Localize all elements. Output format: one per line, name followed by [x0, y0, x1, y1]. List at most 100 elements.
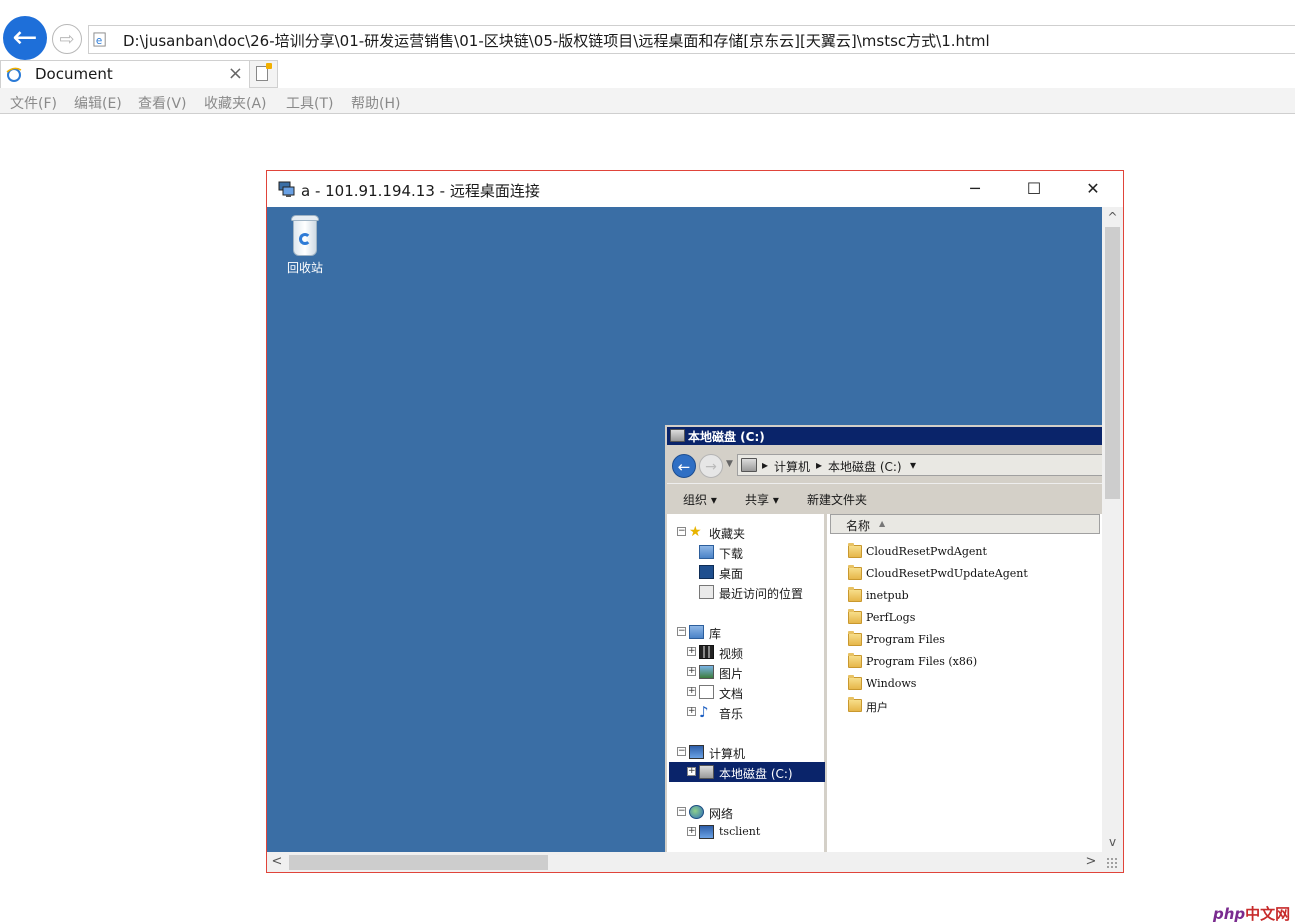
file-name: 用户 — [866, 701, 888, 714]
menu-bar: 文件(F) 编辑(E) 查看(V) 收藏夹(A) 工具(T) 帮助(H) — [0, 88, 1295, 114]
folder-icon — [848, 653, 862, 668]
remote-desktop-icon — [278, 181, 295, 197]
expand-toggle[interactable]: + — [687, 667, 696, 676]
recent-places-icon — [699, 585, 714, 599]
explorer-back-button[interactable]: ← — [672, 454, 696, 478]
expand-toggle[interactable]: + — [687, 647, 696, 656]
tree-label: tsclient — [719, 825, 761, 838]
back-arrow-icon: ← — [12, 20, 38, 55]
menu-help[interactable]: 帮助(H) — [351, 93, 400, 113]
new-tab-button[interactable] — [250, 60, 278, 88]
tree-favorites[interactable]: − ★ 收藏夹 — [669, 522, 825, 542]
tree-desktop[interactable]: 桌面 — [669, 562, 825, 582]
tree-network[interactable]: − 网络 — [669, 802, 825, 822]
share-button[interactable]: 共享 ▾ — [745, 491, 779, 508]
address-text[interactable]: D:\jusanban\doc\26-培训分享\01-研发运营销售\01-区块链… — [123, 30, 990, 51]
expand-toggle[interactable]: + — [687, 827, 696, 836]
tree-pictures[interactable]: + 图片 — [669, 662, 825, 682]
collapse-toggle[interactable]: − — [677, 527, 686, 536]
breadcrumb-separator[interactable]: ▸ — [816, 458, 822, 472]
menu-file[interactable]: 文件(F) — [10, 93, 57, 113]
file-row[interactable]: CloudResetPwdAgent — [830, 542, 1102, 562]
close-icon[interactable]: × — [228, 63, 243, 84]
tree-label: 网络 — [709, 807, 734, 821]
collapse-toggle[interactable]: − — [677, 747, 686, 756]
menu-favorites[interactable]: 收藏夹(A) — [204, 93, 267, 113]
tree-documents[interactable]: + 文档 — [669, 682, 825, 702]
scroll-down-icon[interactable]: v — [1102, 832, 1123, 852]
forward-button[interactable]: ⇨ — [52, 24, 82, 54]
scroll-right-icon[interactable]: > — [1081, 852, 1101, 872]
folder-icon — [848, 565, 862, 580]
drive-icon — [699, 765, 714, 779]
vertical-scrollbar[interactable]: ^ v — [1102, 207, 1123, 852]
tree-videos[interactable]: + 视频 — [669, 642, 825, 662]
file-name: PerfLogs — [866, 611, 916, 624]
watermark-text: 中文网 — [1245, 905, 1291, 923]
rdp-titlebar[interactable]: a - 101.91.194.13 - 远程桌面连接 ─ ☐ ✕ — [267, 171, 1123, 207]
tree-label: 下载 — [719, 547, 744, 561]
document-icon — [699, 685, 714, 699]
menu-tools[interactable]: 工具(T) — [286, 93, 333, 113]
breadcrumb-drive[interactable]: 本地磁盘 (C:) — [828, 458, 902, 475]
file-row[interactable]: Program Files — [830, 630, 1102, 650]
column-header-name[interactable]: 名称 ▲ — [830, 514, 1100, 534]
file-row[interactable]: inetpub — [830, 586, 1102, 606]
file-row[interactable]: CloudResetPwdUpdateAgent — [830, 564, 1102, 584]
back-button[interactable]: ← — [3, 16, 47, 60]
expand-toggle[interactable]: + — [687, 687, 696, 696]
collapse-toggle[interactable]: − — [677, 627, 686, 636]
ie-page-icon: e — [93, 32, 106, 47]
scroll-up-icon[interactable]: ^ — [1102, 207, 1123, 227]
horizontal-scrollbar[interactable]: < > — [267, 852, 1123, 872]
file-row[interactable]: Program Files (x86) — [830, 652, 1102, 672]
explorer-toolbar: 组织 ▾ 共享 ▾ 新建文件夹 — [667, 483, 1102, 514]
recycle-bin-label: 回收站 — [286, 261, 323, 275]
tree-local-disk-c[interactable]: + 本地磁盘 (C:) — [669, 762, 825, 782]
tree-music[interactable]: + ♪ 音乐 — [669, 702, 825, 722]
tree-label: 视频 — [719, 647, 744, 661]
file-name: Program Files (x86) — [866, 655, 978, 668]
collapse-toggle[interactable]: − — [677, 807, 686, 816]
recycle-bin[interactable]: 回收站 — [281, 215, 329, 276]
maximize-button[interactable]: ☐ — [1005, 171, 1063, 207]
folder-icon — [848, 543, 862, 558]
explorer-titlebar[interactable]: 本地磁盘 (C:) — [667, 427, 1102, 445]
address-field[interactable]: e D:\jusanban\doc\26-培训分享\01-研发运营销售\01-区… — [88, 25, 1295, 54]
minimize-button[interactable]: ─ — [946, 171, 1004, 207]
tree-downloads[interactable]: 下载 — [669, 542, 825, 562]
file-row[interactable]: Windows — [830, 674, 1102, 694]
tree-computer[interactable]: − 计算机 — [669, 742, 825, 762]
menu-view[interactable]: 查看(V) — [138, 93, 187, 113]
file-row[interactable]: PerfLogs — [830, 608, 1102, 628]
close-button[interactable]: ✕ — [1064, 171, 1122, 207]
vertical-scroll-thumb[interactable] — [1105, 227, 1120, 499]
remote-desktop[interactable]: 回收站 本地磁盘 (C:) ← → ▼ ▸ 计算机 ▸ 本地磁盘 (C:) ▾ — [267, 207, 1102, 852]
file-name: CloudResetPwdUpdateAgent — [866, 567, 1028, 580]
file-row[interactable]: 用户 — [830, 696, 1102, 716]
breadcrumb-dropdown[interactable]: ▾ — [910, 458, 916, 472]
new-folder-button[interactable]: 新建文件夹 — [807, 491, 867, 508]
desktop-icon — [699, 565, 714, 579]
history-dropdown-icon[interactable]: ▼ — [726, 459, 733, 469]
watermark-brand: php — [1213, 905, 1246, 923]
computer-icon — [741, 458, 757, 472]
explorer-address-bar[interactable]: ▸ 计算机 ▸ 本地磁盘 (C:) ▾ — [737, 454, 1102, 476]
horizontal-scroll-thumb[interactable] — [289, 855, 548, 870]
resize-grip-icon[interactable] — [1106, 857, 1118, 869]
breadcrumb-separator[interactable]: ▸ — [762, 458, 768, 472]
tree-recent[interactable]: 最近访问的位置 — [669, 582, 825, 602]
watermark: php中文网 — [1213, 903, 1290, 924]
organize-button[interactable]: 组织 ▾ — [683, 491, 717, 508]
expand-toggle[interactable]: + — [687, 767, 696, 776]
scroll-left-icon[interactable]: < — [267, 852, 287, 872]
menu-edit[interactable]: 编辑(E) — [74, 93, 122, 113]
tree-libraries[interactable]: − 库 — [669, 622, 825, 642]
explorer-forward-button[interactable]: → — [699, 454, 723, 478]
breadcrumb-computer[interactable]: 计算机 — [774, 458, 810, 475]
expand-toggle[interactable]: + — [687, 707, 696, 716]
file-name: Program Files — [866, 633, 945, 646]
folder-icon — [848, 675, 862, 690]
tree-tsclient[interactable]: + tsclient — [669, 822, 825, 842]
tab-document[interactable]: Document × — [0, 60, 250, 88]
